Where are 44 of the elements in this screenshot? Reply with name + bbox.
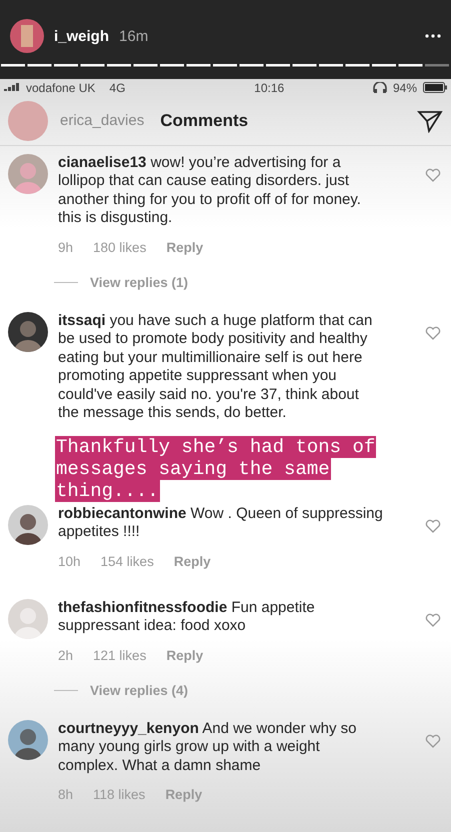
reply-button[interactable]: Reply — [166, 240, 204, 254]
heart-icon[interactable] — [425, 518, 441, 532]
avatar[interactable] — [8, 312, 48, 352]
reply-button[interactable]: Reply — [166, 648, 204, 662]
heart-icon[interactable] — [425, 612, 441, 626]
caption-text: Thankfully she’s had tons of — [55, 436, 376, 458]
clock: 10:16 — [253, 80, 284, 94]
like-count[interactable]: 154 likes — [100, 554, 154, 568]
comment-text: cianaelise13 wow! you’re advertising for a lollipop that can cause eating disorders. just another thing for you to profit off of for money. this is disgusting. — [58, 154, 362, 228]
comment-time: 10h — [58, 554, 81, 568]
signal-icon — [4, 83, 20, 92]
comment-time: 9h — [58, 240, 74, 254]
heart-icon[interactable] — [425, 326, 441, 340]
send-icon[interactable] — [417, 108, 443, 132]
avatar[interactable] — [8, 504, 48, 544]
battery-percent: 94% — [392, 80, 417, 94]
comment-text: robbiecantonwine Wow . Queen of suppressing appetites !!!! — [58, 504, 383, 542]
comment-text: itssaqi you have such a huge platform that can be used to promote body positivity and healthy eating but your multimillionaire self is out here promoting appetite suppressant when you could've easily said no. you're 37, think about the message this sends, do better. — [58, 312, 374, 422]
view-replies-link[interactable]: View replies (1) — [90, 274, 188, 290]
avatar[interactable] — [10, 19, 44, 53]
heart-icon[interactable] — [425, 734, 441, 748]
reply-button[interactable]: Reply — [174, 554, 211, 568]
comments-title: Comments — [160, 110, 248, 130]
header-username: erica_davies — [60, 112, 144, 129]
reply-button[interactable]: Reply — [165, 787, 202, 802]
comment-time: 2h — [58, 648, 74, 662]
comment-text: courtneyyy_kenyon And we wonder why so many young girls grow up with a weight complex. What a damn shame — [58, 720, 358, 775]
headphones-icon — [372, 82, 387, 93]
more-icon[interactable] — [425, 34, 441, 38]
heart-icon[interactable] — [425, 168, 441, 182]
like-count[interactable]: 118 likes — [93, 787, 146, 802]
story-username[interactable]: i_weigh — [54, 28, 110, 44]
carrier: vodafone UK — [26, 80, 96, 94]
story-time: 16m — [119, 28, 148, 44]
battery-icon — [423, 82, 447, 93]
network: 4G — [109, 80, 126, 94]
comment-time: 8h — [58, 787, 74, 802]
like-count[interactable]: 121 likes — [93, 648, 146, 662]
comment-text: thefashionfitnessfoodie Fun appetite suppressant idea: food xoxo — [58, 598, 316, 636]
avatar[interactable] — [8, 720, 48, 760]
view-replies-link[interactable]: View replies (4) — [90, 682, 188, 698]
like-count[interactable]: 180 likes — [93, 240, 146, 254]
caption-text: thing.... — [55, 480, 160, 502]
caption-text: messages saying the same — [55, 458, 331, 480]
